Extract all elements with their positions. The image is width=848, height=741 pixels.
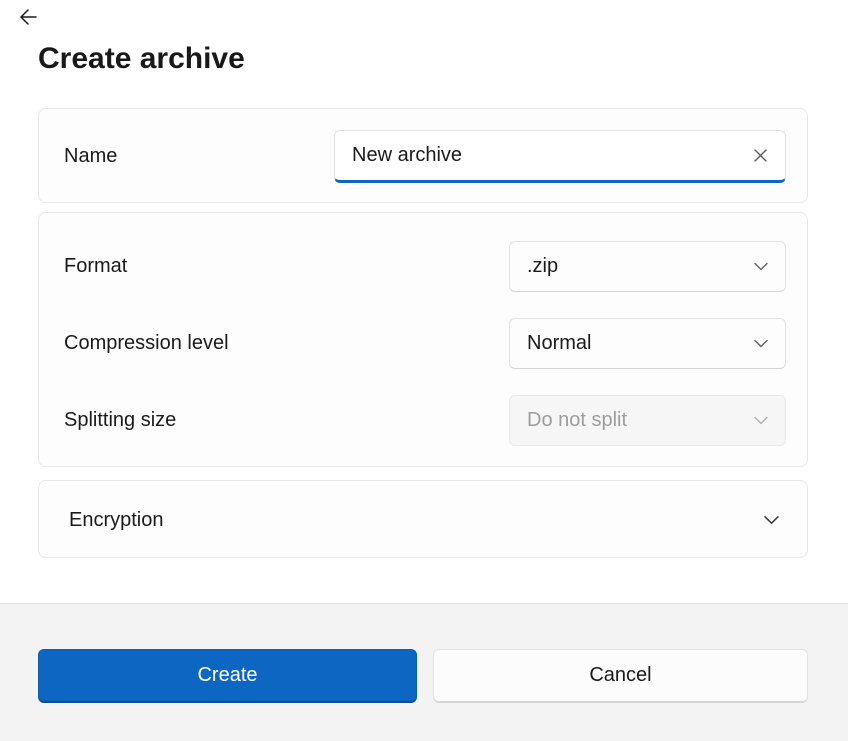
page-title: Create archive <box>38 42 245 76</box>
dialog-footer: Create Cancel <box>0 603 848 741</box>
format-label: Format <box>64 241 127 292</box>
compression-row: Compression level Normal <box>39 318 807 369</box>
archive-name-field <box>334 130 786 183</box>
archive-name-input[interactable] <box>335 131 743 180</box>
clear-x-icon <box>751 146 770 165</box>
chevron-down-icon <box>764 481 779 559</box>
splitting-value: Do not split <box>510 409 754 432</box>
format-value: .zip <box>510 255 754 278</box>
clear-name-button[interactable] <box>743 139 777 173</box>
cancel-button[interactable]: Cancel <box>433 649 808 703</box>
back-button[interactable] <box>16 6 40 28</box>
name-card: Name <box>38 108 808 203</box>
options-card: Format .zip Compression level Normal Spl… <box>38 212 808 467</box>
chevron-down-icon <box>754 416 768 425</box>
splitting-row: Splitting size Do not split <box>39 395 807 446</box>
create-archive-dialog: Create archive Name Format .zip Compres <box>0 0 848 741</box>
name-label: Name <box>64 109 117 204</box>
encryption-label: Encryption <box>69 481 164 559</box>
format-row: Format .zip <box>39 241 807 292</box>
compression-label: Compression level <box>64 318 229 369</box>
compression-value: Normal <box>510 332 754 355</box>
back-arrow-icon <box>20 9 37 25</box>
create-button[interactable]: Create <box>38 649 417 703</box>
encryption-expander[interactable]: Encryption <box>38 480 808 558</box>
chevron-down-icon <box>754 339 768 348</box>
compression-dropdown[interactable]: Normal <box>509 318 786 369</box>
chevron-down-icon <box>754 262 768 271</box>
splitting-label: Splitting size <box>64 395 176 446</box>
format-dropdown[interactable]: .zip <box>509 241 786 292</box>
splitting-dropdown: Do not split <box>509 395 786 446</box>
